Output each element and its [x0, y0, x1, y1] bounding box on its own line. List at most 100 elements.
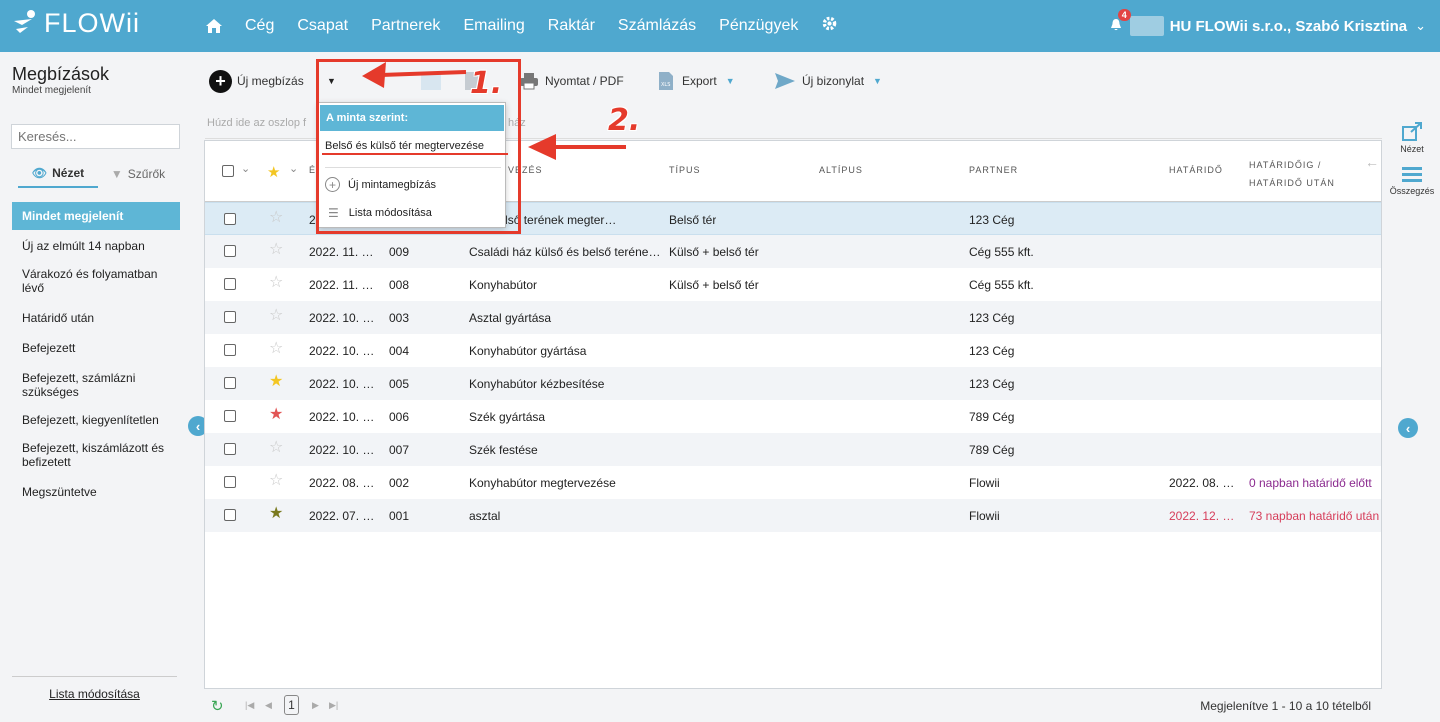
star-icon[interactable]: ★ [269, 506, 283, 522]
header-partner[interactable]: Partner [969, 165, 1018, 175]
nav-ceg[interactable]: Cég [245, 17, 274, 35]
table-row[interactable]: ★ 2022. 10. … 005 Konyhabútor kézbesítése 12… [205, 367, 1381, 400]
nav-raktar[interactable]: Raktár [548, 17, 595, 35]
row-checkbox[interactable] [224, 509, 236, 521]
sidebar-item-cancelled[interactable]: Megszüntetve [12, 478, 180, 506]
first-page-icon[interactable]: |◀ [245, 700, 254, 711]
table-row[interactable]: ☆ 2022. 11. … 008 Konyhabútor Külső + belső … [205, 268, 1381, 301]
star-icon[interactable]: ★ [269, 374, 283, 390]
star-icon[interactable]: ☆ [269, 210, 283, 226]
logo-text: FLOWii [44, 8, 140, 38]
export-button[interactable]: XLS Export ▼ [658, 64, 735, 98]
refresh-icon[interactable]: ↻ [211, 697, 224, 715]
header-subtype[interactable]: Altípus [819, 165, 863, 175]
column-arrow-icon[interactable]: ← [1365, 154, 1379, 170]
prev-page-icon[interactable]: ◀ [265, 700, 272, 711]
bell-icon[interactable]: 4 [1110, 8, 1131, 35]
table-row[interactable]: ☆ 2022. 08. … 002 Konyhabútor megtervezése F… [205, 466, 1381, 499]
nav-csapat[interactable]: Csapat [297, 17, 348, 35]
sidebar-item-done-to-invoice[interactable]: Befejezett, számlázni szükséges [12, 364, 180, 406]
star-icon[interactable]: ☆ [269, 440, 283, 456]
table-row[interactable]: ☆ 2022. 11. … 009 Családi ház külső és bels… [205, 235, 1381, 268]
gear-icon[interactable] [821, 15, 838, 37]
send-icon [775, 73, 795, 89]
row-checkbox[interactable] [224, 311, 236, 323]
sidebar-edit-list-link[interactable]: Lista módosítása [12, 676, 177, 701]
star-icon[interactable]: ☆ [269, 473, 283, 489]
header-date[interactable]: É [309, 165, 316, 175]
cell-partner: Flowii [969, 476, 1000, 490]
last-page-icon[interactable]: ▶| [329, 700, 338, 711]
cell-date: 2022. 10. … [309, 344, 375, 358]
table-row[interactable]: ☆ 2022. 10. … 004 Konyhabútor gyártása 123 C… [205, 334, 1381, 367]
row-checkbox[interactable] [224, 344, 236, 356]
row-checkbox[interactable] [224, 410, 236, 422]
header-deadline[interactable]: Határidő [1169, 165, 1223, 175]
cell-name: Konyhabútor [469, 278, 538, 292]
row-checkbox[interactable] [224, 213, 236, 225]
nav-emailing[interactable]: Emailing [463, 17, 524, 35]
sidebar-item-overdue[interactable]: Határidő után [12, 304, 180, 332]
select-all-checkbox[interactable] [222, 165, 234, 177]
home-icon[interactable] [205, 18, 223, 34]
row-checkbox[interactable] [224, 443, 236, 455]
list-icon [1402, 167, 1422, 182]
sidebar-item-new14[interactable]: Új az elmúlt 14 napban [12, 232, 180, 260]
app-logo[interactable]: FLOWii [12, 8, 140, 39]
star-icon[interactable]: ★ [269, 407, 283, 423]
cell-type: Külső + belső tér [669, 245, 759, 259]
page-number[interactable]: 1 [284, 695, 299, 715]
user-area[interactable]: 4 HU FLOWii s.r.o., Szabó Krisztina ⌄ [1110, 0, 1426, 52]
nav-partnerek[interactable]: Partnerek [371, 17, 440, 35]
search-input[interactable] [11, 124, 180, 149]
pager-summary: Megjelenítve 1 - 10 a 10 tételből [1200, 699, 1371, 713]
chevron-down-icon[interactable]: ⌄ [1415, 18, 1426, 34]
row-checkbox[interactable] [224, 377, 236, 389]
tab-filters[interactable]: ▼ Szűrők [98, 166, 178, 188]
table-row[interactable]: ☆ 2022. 10. … 007 Szék festése 789 Cég [205, 433, 1381, 466]
header-type[interactable]: Típus [669, 165, 701, 175]
sidebar-item-done-paid[interactable]: Befejezett, kiszámlázott és befizetett [12, 434, 180, 476]
sidebar-list: Mindet megjelenít Új az elmúlt 14 napban… [12, 202, 180, 506]
cell-number: 002 [389, 476, 410, 490]
sidebar-item-done-unpaid[interactable]: Befejezett, kiegyenlítetlen [12, 406, 180, 434]
select-all-chevron-icon[interactable]: ⌄ [241, 162, 250, 175]
table-row[interactable]: ★ 2022. 07. … 001 asztal Flowii 2022. 12. … 73… [205, 499, 1381, 532]
header-star-icon[interactable]: ★ [267, 163, 280, 181]
xls-file-icon: XLS [659, 72, 673, 90]
cell-partner: 123 Cég [969, 344, 1015, 358]
sidebar-item-done[interactable]: Befejezett [12, 334, 180, 362]
new-document-button[interactable]: Új bizonylat ▼ [774, 64, 882, 98]
row-checkbox[interactable] [224, 476, 236, 488]
star-icon[interactable]: ☆ [269, 308, 283, 324]
cell-date: 2022. 11. … [309, 278, 374, 292]
open-view-button[interactable]: Nézet [1384, 122, 1440, 154]
cell-number: 009 [389, 245, 410, 259]
cell-partner: 123 Cég [969, 311, 1015, 325]
sidebar-item-all[interactable]: Mindet megjelenít [12, 202, 180, 230]
new-order-button[interactable]: + Új megbízás [209, 64, 304, 98]
new-document-caret-icon: ▼ [873, 76, 882, 86]
print-button[interactable]: Nyomtat / PDF [519, 64, 624, 98]
star-icon[interactable]: ☆ [269, 341, 283, 357]
table-row[interactable]: ★ 2022. 10. … 006 Szék gyártása 789 Cég [205, 400, 1381, 433]
plus-icon: + [209, 69, 232, 93]
cell-type: Külső + belső tér [669, 278, 759, 292]
page-subtitle: Mindet megjelenít [12, 85, 91, 96]
tab-view[interactable]: 👁 Nézet [18, 166, 98, 188]
view-tabs: 👁 Nézet ▼ Szűrők [18, 166, 178, 188]
star-icon[interactable]: ☆ [269, 242, 283, 258]
header-deadline-relative[interactable]: Határidőig / határidő után [1249, 156, 1369, 192]
star-icon[interactable]: ☆ [269, 275, 283, 291]
header-star-chevron-icon[interactable]: ⌄ [289, 162, 298, 175]
next-page-icon[interactable]: ▶ [312, 700, 319, 711]
sidebar-item-waiting[interactable]: Várakozó és folyamatban lévő [12, 260, 180, 302]
summary-button[interactable]: Összegzés [1384, 166, 1440, 196]
nav-penzugyek[interactable]: Pénzügyek [719, 17, 798, 35]
row-checkbox[interactable] [224, 245, 236, 257]
nav-szamlazas[interactable]: Számlázás [618, 17, 696, 35]
table-row[interactable]: ☆ 2022. 10. … 003 Asztal gyártása 123 Cég [205, 301, 1381, 334]
row-checkbox[interactable] [224, 278, 236, 290]
collapse-right-icon[interactable]: ‹ [1398, 418, 1418, 438]
group-by-hint: Húzd ide az oszlop f [207, 117, 307, 129]
